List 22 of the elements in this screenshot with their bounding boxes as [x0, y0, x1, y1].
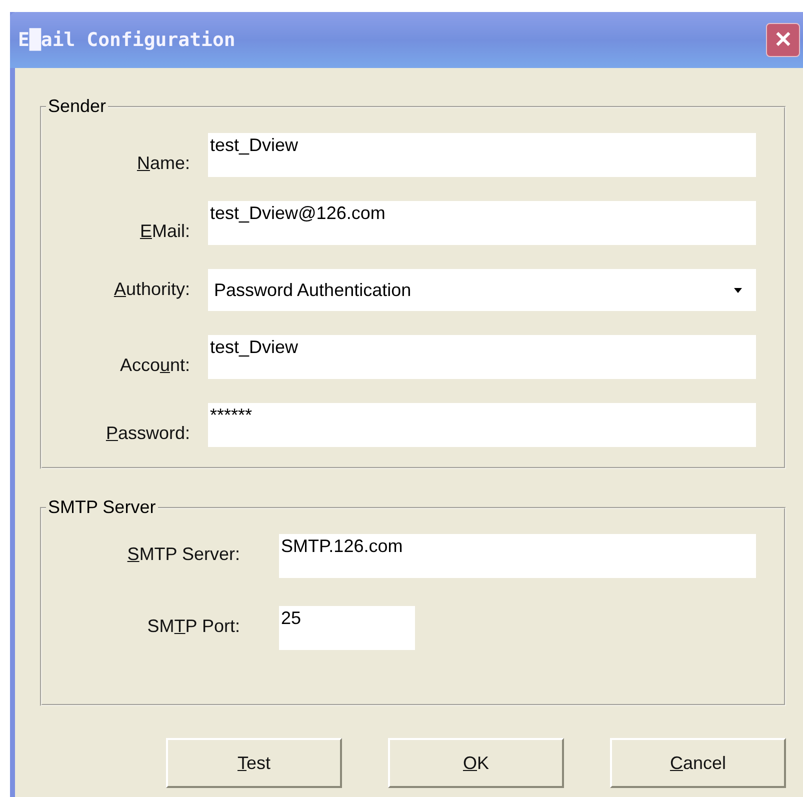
dropdown[interactable]: Password Authentication — [208, 269, 756, 311]
caret-icon — [734, 288, 742, 292]
dialog-button[interactable]: Test — [166, 738, 342, 788]
group-title: SMTP Server — [47, 497, 157, 518]
dialog-button[interactable]: Cancel — [610, 738, 786, 788]
window-title: E█ail Configuration — [18, 29, 236, 51]
field-label: Name: — [136, 152, 190, 174]
input-field[interactable]: SMTP.126.com — [279, 534, 756, 578]
input-field[interactable]: test_Dview@126.com — [208, 201, 756, 245]
input-field[interactable]: 25 — [279, 606, 415, 650]
close-button[interactable]: ✕ — [766, 23, 800, 57]
dialog-button[interactable]: OK — [388, 738, 564, 788]
field-label: SMTP Server: — [126, 543, 240, 565]
field-label: EMail: — [138, 220, 190, 242]
input-field[interactable]: test_Dview — [208, 133, 756, 177]
input-field[interactable]: ****** — [208, 403, 756, 447]
field-label: Authority: — [112, 278, 190, 300]
group-title: Sender — [47, 96, 108, 117]
field-label: Password: — [104, 422, 190, 444]
field-label: SMTP Port: — [146, 615, 240, 637]
input-field[interactable]: test_Dview — [208, 335, 756, 379]
field-label: Account: — [118, 354, 190, 376]
